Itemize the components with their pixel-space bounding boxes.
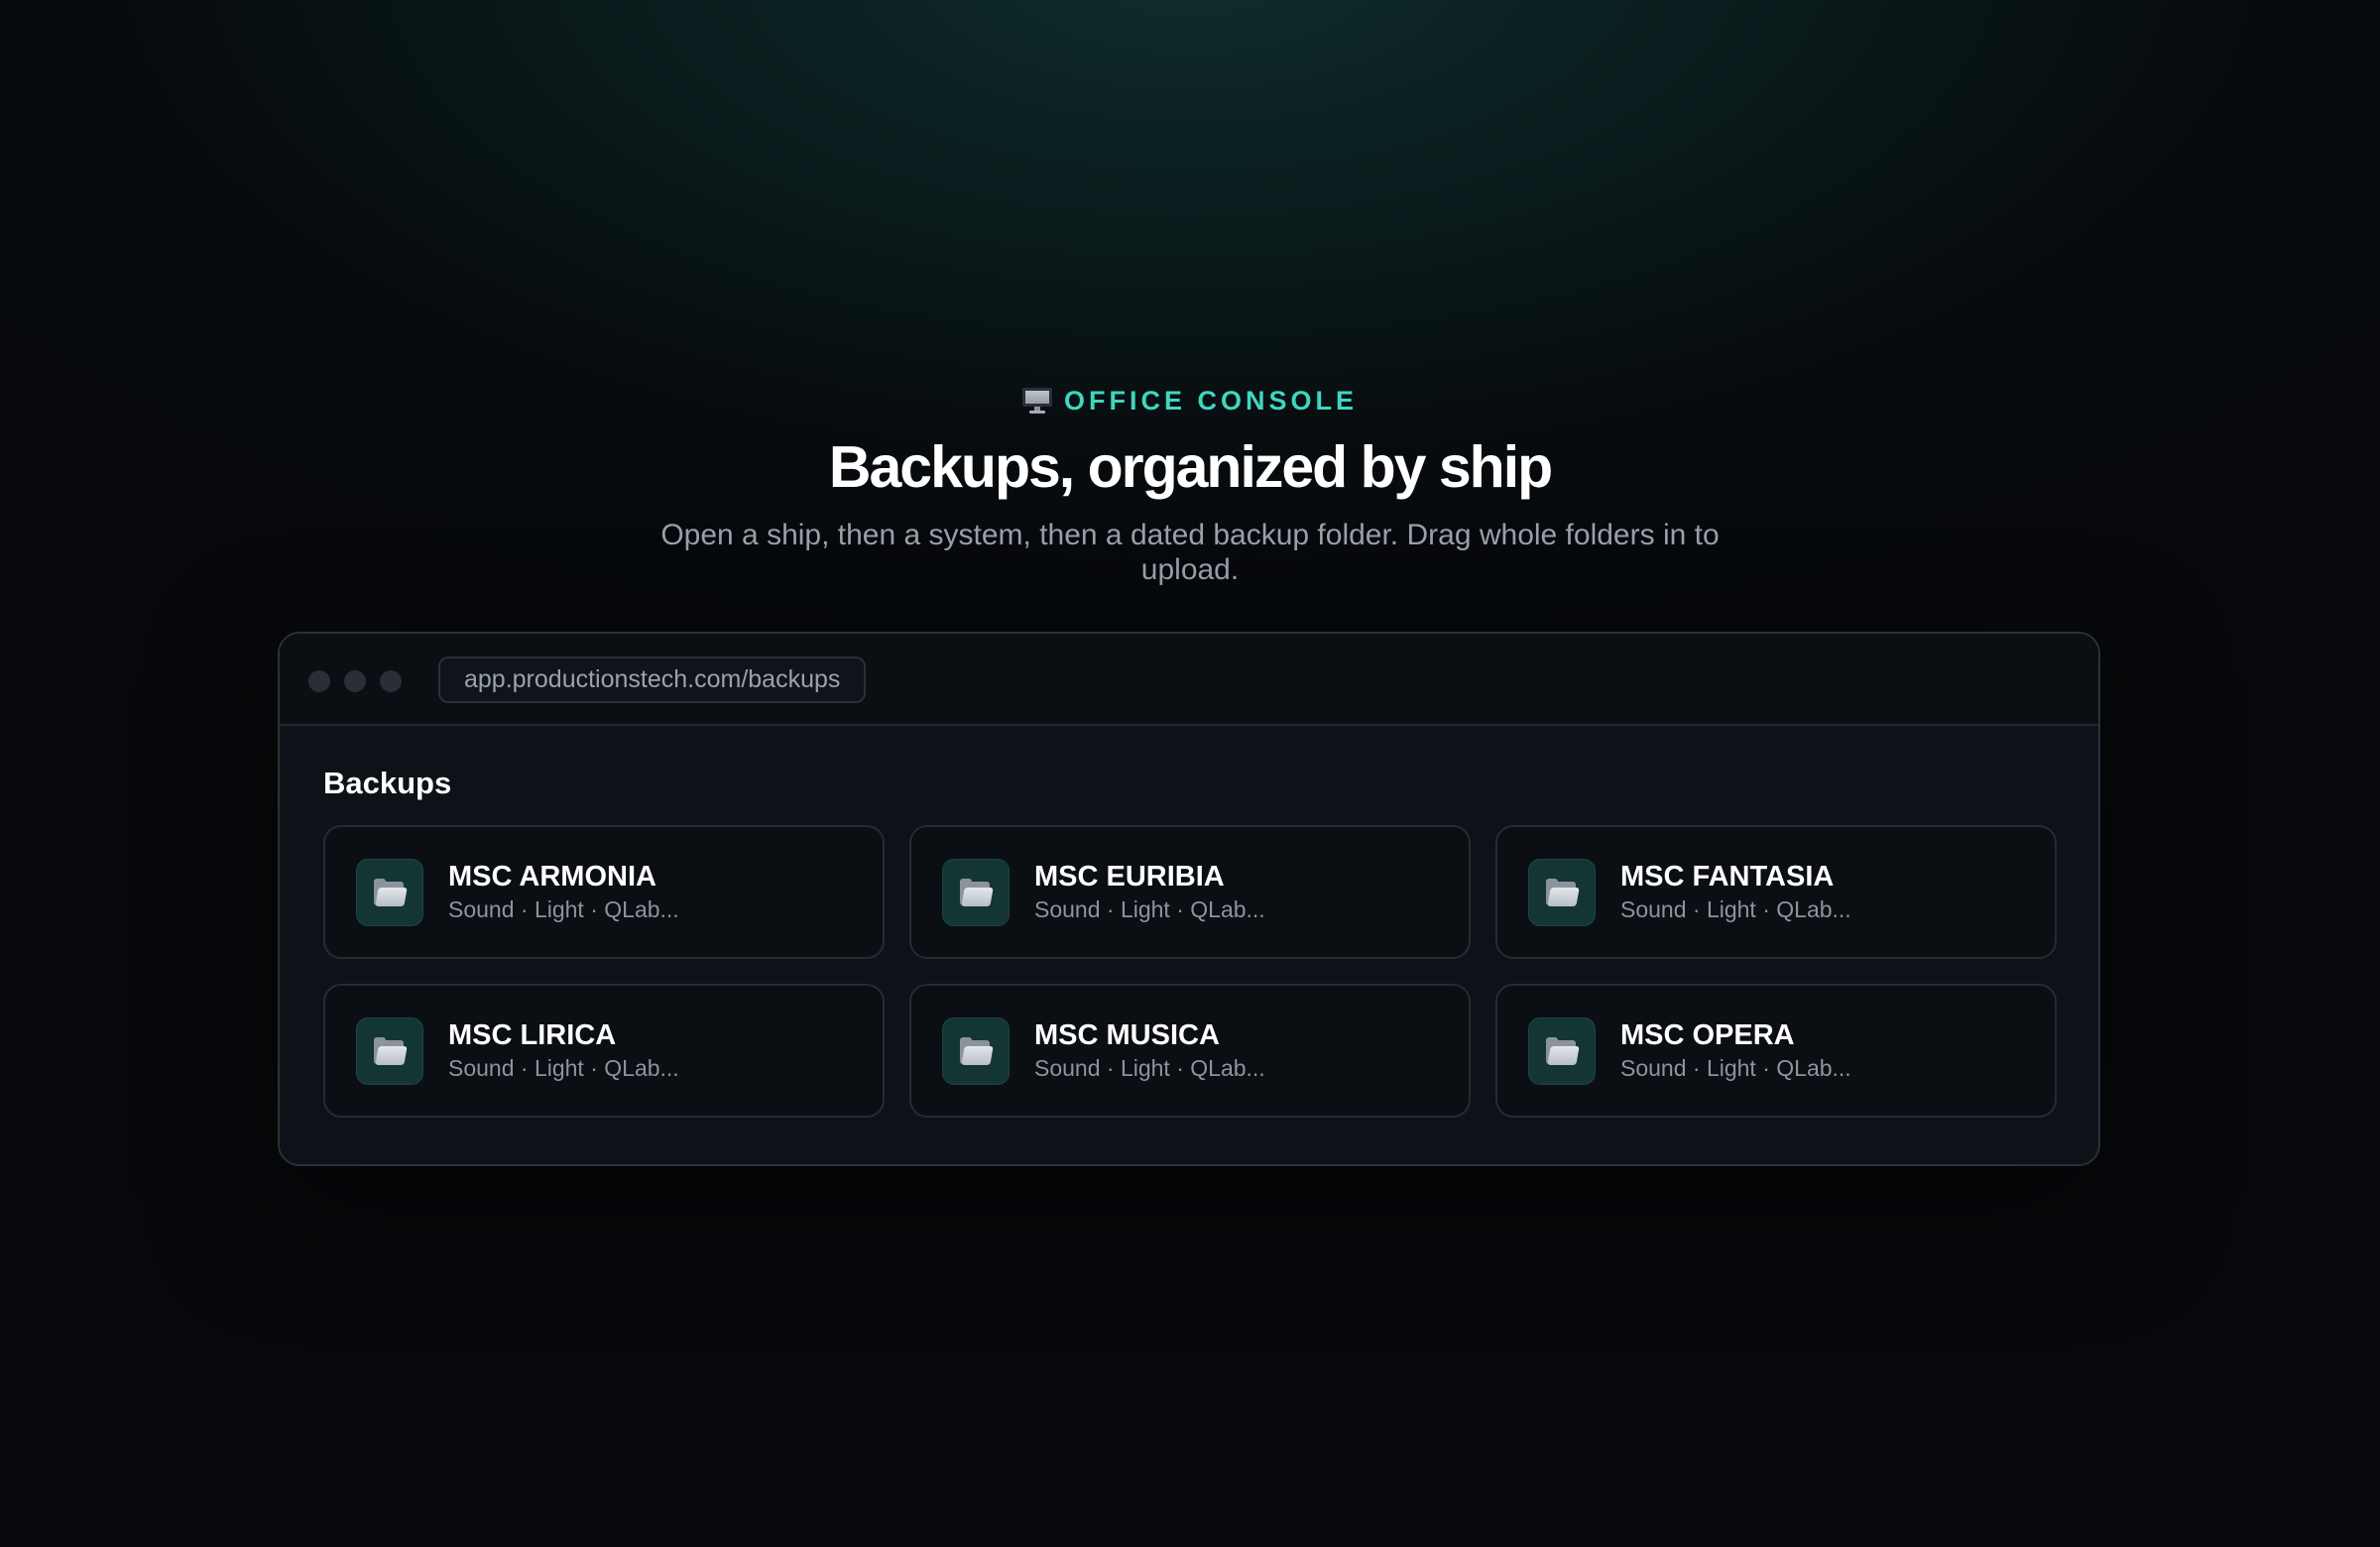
backups-heading: Backups (323, 766, 452, 800)
folder-icon (942, 1016, 1010, 1085)
window-close-dot[interactable] (308, 670, 330, 692)
window-minimize-dot[interactable] (344, 670, 366, 692)
desktop-computer-icon (1021, 388, 1052, 414)
browser-window: app.productionstech.com/backups Backups … (278, 632, 2100, 1166)
ship-systems: Sound · Light · QLab... (1034, 895, 1265, 922)
page-title: Backups, organized by ship (828, 434, 1553, 500)
ship-systems: Sound · Light · QLab... (1620, 895, 1851, 922)
ship-name: MSC EURIBIA (1034, 860, 1225, 892)
ship-systems: Sound · Light · QLab... (448, 1054, 679, 1081)
eyebrow: OFFICE CONSOLE (0, 381, 2380, 420)
ship-name: MSC MUSICA (1034, 1018, 1220, 1051)
ship-card-msc-musica[interactable]: MSC MUSICA Sound · Light · QLab... (909, 984, 1471, 1118)
ship-systems: Sound · Light · QLab... (448, 895, 679, 922)
ship-card-msc-euribia[interactable]: MSC EURIBIA Sound · Light · QLab... (909, 825, 1471, 959)
folder-icon (942, 858, 1010, 926)
folder-icon (1528, 858, 1596, 926)
eyebrow-label: OFFICE CONSOLE (1063, 385, 1358, 416)
page-subtitle: Open a ship, then a system, then a dated… (660, 519, 1720, 586)
backups-panel: Backups MSC ARMONIA Sound · Light · QLab… (280, 726, 2098, 1164)
ship-name: MSC ARMONIA (448, 860, 656, 892)
ship-systems: Sound · Light · QLab... (1620, 1054, 1851, 1081)
folder-icon (356, 1016, 423, 1085)
ship-card-msc-opera[interactable]: MSC OPERA Sound · Light · QLab... (1495, 984, 2057, 1118)
folder-icon (1528, 1016, 1596, 1085)
folder-icon (356, 858, 423, 926)
ship-systems: Sound · Light · QLab... (1034, 1054, 1265, 1081)
ship-card-msc-lirica[interactable]: MSC LIRICA Sound · Light · QLab... (323, 984, 885, 1118)
ship-card-msc-fantasia[interactable]: MSC FANTASIA Sound · Light · QLab... (1495, 825, 2057, 959)
window-titlebar: app.productionstech.com/backups (280, 634, 2098, 726)
ship-grid: MSC ARMONIA Sound · Light · QLab... MSC … (323, 825, 2057, 1118)
address-bar[interactable]: app.productionstech.com/backups (438, 656, 867, 703)
ship-name: MSC LIRICA (448, 1018, 617, 1051)
ship-name: MSC FANTASIA (1620, 860, 1835, 892)
ship-card-msc-armonia[interactable]: MSC ARMONIA Sound · Light · QLab... (323, 825, 885, 959)
window-zoom-dot[interactable] (380, 670, 402, 692)
ship-name: MSC OPERA (1620, 1018, 1795, 1051)
